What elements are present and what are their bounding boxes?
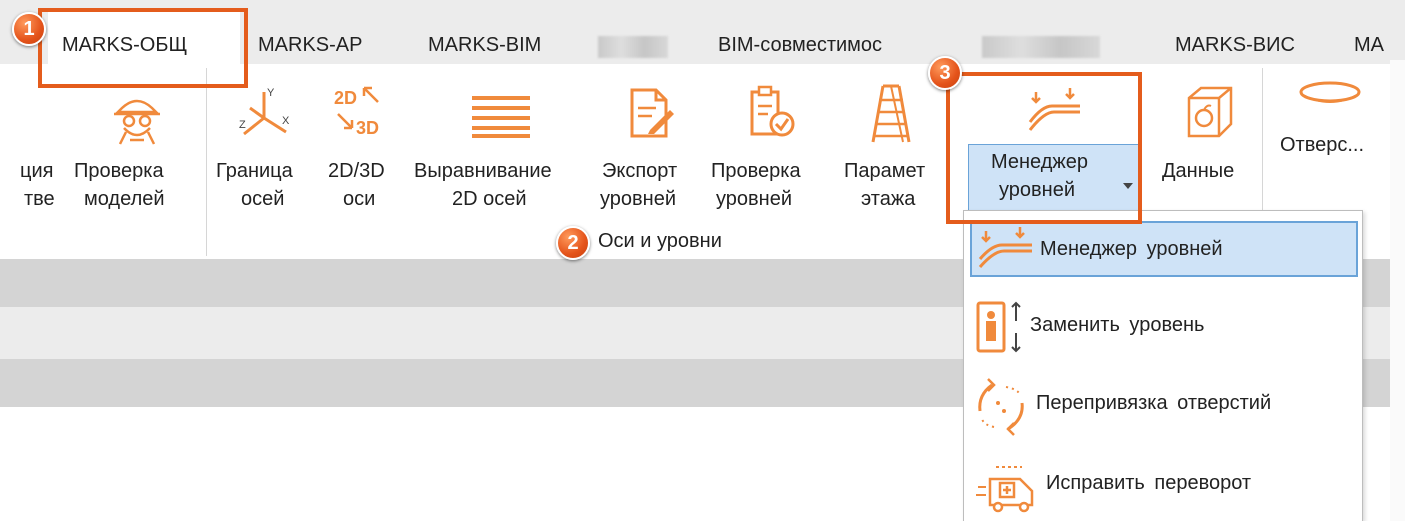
blurred-tab xyxy=(598,36,668,58)
partial-button-label: тве xyxy=(24,188,55,210)
2d-3d-icon: 2D 3D xyxy=(334,86,379,138)
menu-item-rebind-openings[interactable]: Перепривязка отверстий xyxy=(970,377,1358,436)
menu-item-level-manager[interactable]: Менеджер уровней xyxy=(970,221,1358,277)
group-caption-axes-levels: Оси и уровни xyxy=(598,230,722,252)
openings-label: Отверс... xyxy=(1280,134,1365,156)
rebind-openings-icon xyxy=(978,378,1024,436)
axes-2d3d-label: оси xyxy=(343,188,376,210)
level-manager-dropdown-menu: Менеджер уровней Заменить уровень Перепр… xyxy=(963,210,1363,521)
axis-border-label: Граница xyxy=(216,160,293,182)
data-cube-icon xyxy=(1187,86,1233,138)
data-button[interactable] xyxy=(1154,82,1260,222)
menu-item-label: Менеджер уровней xyxy=(1040,238,1223,260)
export-document-icon xyxy=(630,88,674,138)
export-levels-label: уровней xyxy=(600,188,676,210)
partial-button-label: ция xyxy=(20,160,54,182)
tab-marks-bim[interactable]: MARKS-BIM xyxy=(428,34,541,57)
callout-box-tab xyxy=(38,8,248,88)
axis-border-label: осей xyxy=(241,188,285,210)
checklist-icon xyxy=(750,85,795,137)
replace-level-icon xyxy=(976,301,1021,353)
icon-2d-text: 2D xyxy=(334,88,357,108)
callout-badge-1: 1 xyxy=(12,12,46,46)
tab-marks-ar[interactable]: MARKS-АР xyxy=(258,34,362,57)
xyz-axes-icon: Y Z X xyxy=(239,87,290,136)
tab-marks-vis[interactable]: MARKS-ВИС xyxy=(1175,34,1295,57)
spy-icon xyxy=(114,99,160,145)
menu-item-replace-level[interactable]: Заменить уровень xyxy=(970,299,1358,355)
floor-params-label: Парамет xyxy=(844,160,926,182)
export-levels-label: Экспорт xyxy=(602,160,678,182)
check-models-label: Проверка xyxy=(74,160,164,182)
icon-3d-text: 3D xyxy=(356,118,379,138)
svg-text:X: X xyxy=(282,115,290,127)
level-manager-icon xyxy=(978,227,1032,268)
callout-box-level-manager xyxy=(946,72,1142,224)
svg-text:Z: Z xyxy=(239,119,246,131)
data-label: Данные xyxy=(1162,160,1235,182)
check-levels-label: Проверка xyxy=(711,160,801,182)
fix-flip-icon xyxy=(976,466,1034,513)
menu-item-label: Перепривязка отверстий xyxy=(1036,392,1272,414)
check-models-label: моделей xyxy=(84,188,165,210)
ladder-icon xyxy=(871,84,911,143)
menu-item-label: Исправить переворот xyxy=(1046,472,1252,494)
align-lines-icon xyxy=(472,96,530,138)
menu-item-label: Заменить уровень xyxy=(1030,314,1205,336)
check-levels-label: уровней xyxy=(716,188,792,210)
tab-bim-compat[interactable]: BIM-совместимос xyxy=(718,34,882,57)
align-axes-label: Выравнивание xyxy=(414,160,552,182)
callout-badge-2: 2 xyxy=(556,226,590,260)
window-edge xyxy=(1390,60,1405,521)
axes-2d3d-label: 2D/3D xyxy=(328,160,385,182)
menu-item-fix-flip[interactable]: Исправить переворот xyxy=(970,457,1358,513)
opening-ellipse-icon xyxy=(1299,81,1361,103)
openings-button[interactable] xyxy=(1272,70,1388,180)
callout-badge-3: 3 xyxy=(928,56,962,90)
svg-text:Y: Y xyxy=(267,87,275,99)
align-axes-label: 2D осей xyxy=(452,188,527,210)
tab-marks-cut[interactable]: MA xyxy=(1354,34,1384,57)
floor-params-label: этажа xyxy=(861,188,916,210)
group-separator xyxy=(206,68,207,256)
blurred-tab xyxy=(982,36,1100,58)
